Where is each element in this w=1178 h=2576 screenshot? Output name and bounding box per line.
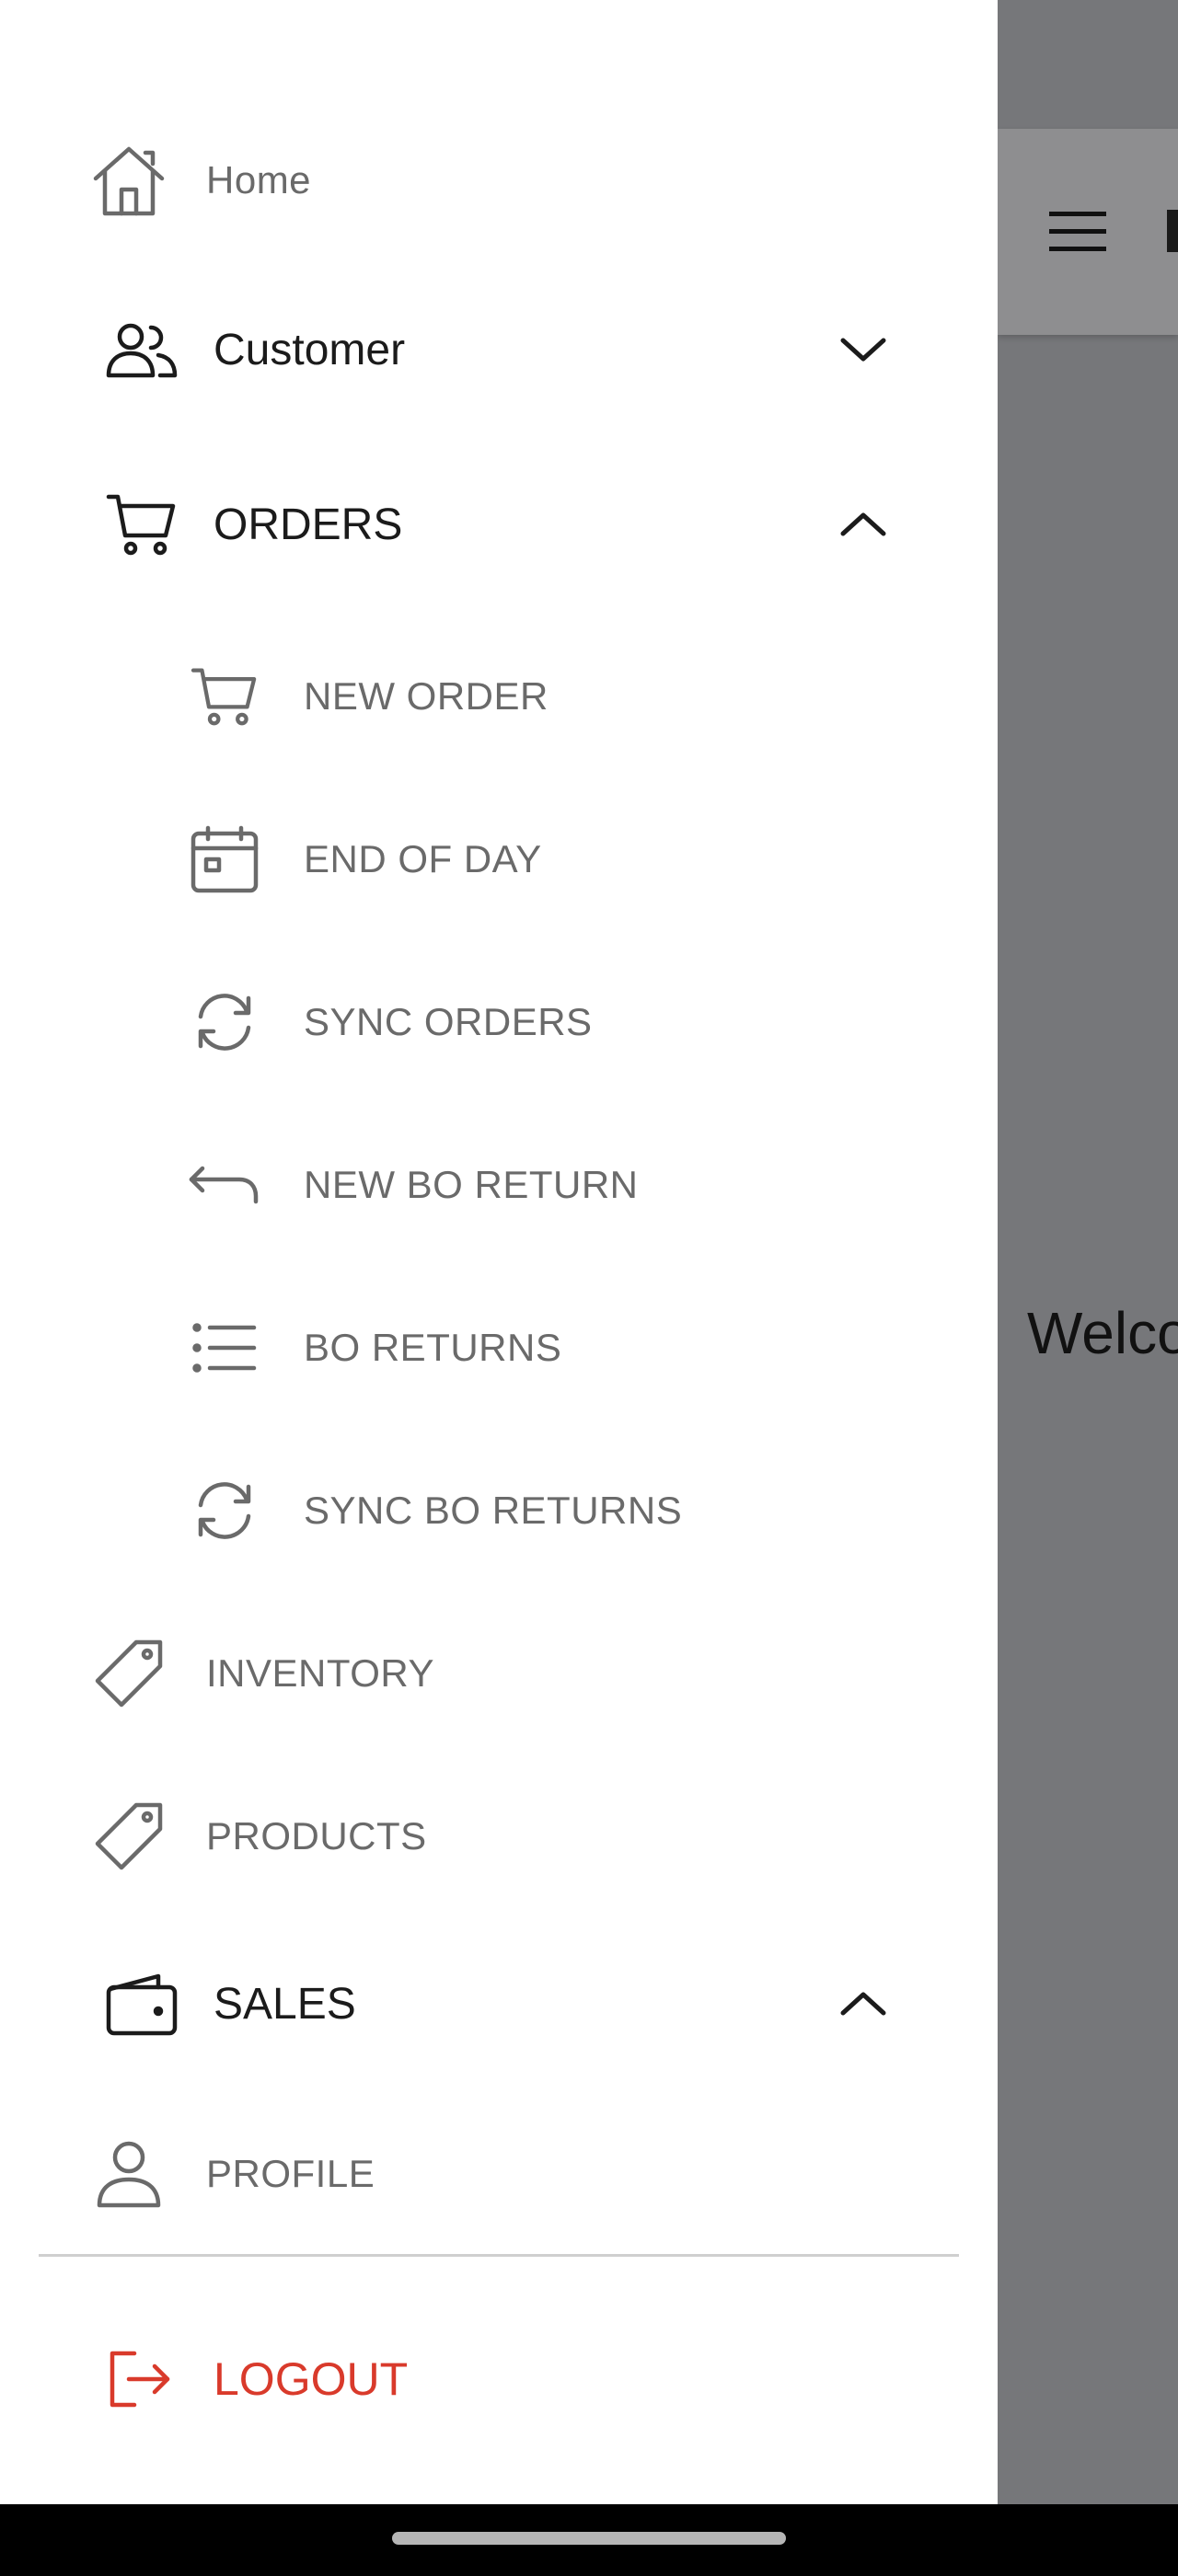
people-icon xyxy=(98,309,186,390)
list-icon xyxy=(184,1307,265,1388)
wallet-icon xyxy=(98,1963,186,2044)
home-icon xyxy=(88,140,169,221)
calendar-icon xyxy=(184,819,265,900)
sync-icon xyxy=(184,1470,265,1551)
drawer-subitem-sync-bo-returns[interactable]: SYNC BO RETURNS xyxy=(0,1455,998,1566)
welcome-text: Welco xyxy=(1027,1300,1178,1366)
tag-icon xyxy=(88,1796,169,1877)
app-bar-title-fragment xyxy=(1167,210,1178,252)
drawer-subitem-new-bo-return[interactable]: NEW BO RETURN xyxy=(0,1130,998,1240)
scrim-overlay[interactable] xyxy=(998,0,1178,2504)
sync-icon xyxy=(184,982,265,1063)
drawer-item-label: PROFILE xyxy=(206,2152,375,2195)
drawer-item-products[interactable]: PRODUCTS xyxy=(0,1781,998,1892)
drawer-item-customer[interactable]: Customer xyxy=(0,294,998,405)
drawer-item-profile[interactable]: PROFILE xyxy=(0,2119,998,2229)
drawer-item-label: PRODUCTS xyxy=(206,1814,427,1857)
chevron-up-icon[interactable] xyxy=(836,497,891,552)
hamburger-menu-icon[interactable] xyxy=(1047,210,1108,254)
drawer-subitem-sync-orders[interactable]: SYNC ORDERS xyxy=(0,967,998,1077)
tag-icon xyxy=(88,1633,169,1714)
drawer-subitem-end-of-day[interactable]: END OF DAY xyxy=(0,804,998,914)
navigation-drawer: Home Customer ORDERS NEW ORDER END OF DA… xyxy=(0,0,998,2504)
drawer-subitem-new-order[interactable]: NEW ORDER xyxy=(0,641,998,752)
drawer-item-label: SYNC BO RETURNS xyxy=(304,1489,683,1532)
chevron-down-icon[interactable] xyxy=(836,322,891,377)
drawer-item-label: SALES xyxy=(214,1979,356,2029)
drawer-subitem-bo-returns[interactable]: BO RETURNS xyxy=(0,1293,998,1403)
drawer-item-label: Customer xyxy=(214,325,406,374)
drawer-item-label: NEW ORDER xyxy=(304,674,549,718)
drawer-item-label: END OF DAY xyxy=(304,837,542,880)
drawer-item-label: SYNC ORDERS xyxy=(304,1000,593,1043)
drawer-item-label: BO RETURNS xyxy=(304,1326,562,1369)
home-gesture-handle[interactable] xyxy=(392,2532,786,2545)
chevron-up-icon[interactable] xyxy=(836,1976,891,2031)
person-icon xyxy=(88,2133,169,2214)
drawer-item-label: Home xyxy=(206,158,312,201)
drawer-item-label: INVENTORY xyxy=(206,1651,435,1695)
cart-icon xyxy=(98,484,186,565)
logout-icon xyxy=(103,2342,177,2416)
drawer-item-home[interactable]: Home xyxy=(0,125,998,236)
cart-icon xyxy=(184,656,265,737)
drawer-item-label: ORDERS xyxy=(214,500,403,549)
logout-button[interactable]: LOGOUT xyxy=(0,2324,998,2434)
drawer-item-label: NEW BO RETURN xyxy=(304,1163,639,1206)
logout-label: LOGOUT xyxy=(214,2353,409,2405)
return-arrow-icon xyxy=(184,1144,265,1225)
drawer-item-inventory[interactable]: INVENTORY xyxy=(0,1618,998,1729)
drawer-divider xyxy=(39,2254,959,2257)
drawer-item-sales[interactable]: SALES xyxy=(0,1949,998,2059)
drawer-item-orders[interactable]: ORDERS xyxy=(0,469,998,580)
